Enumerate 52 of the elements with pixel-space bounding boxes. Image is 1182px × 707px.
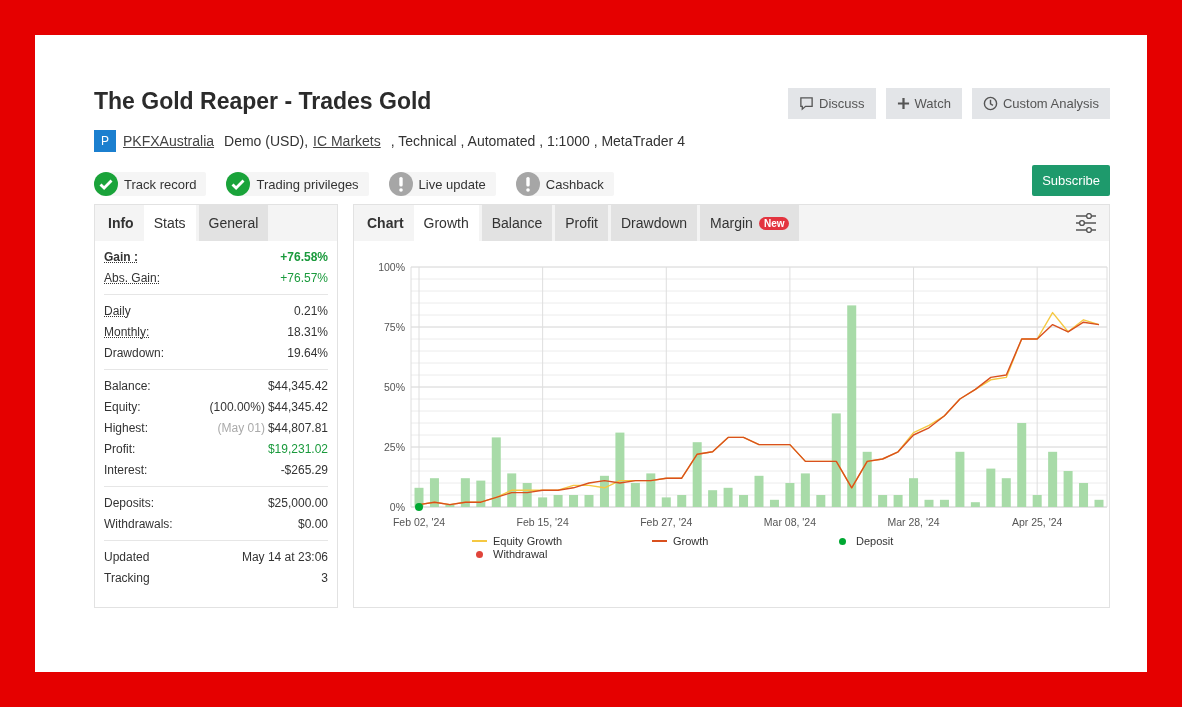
stat-note: (May 01) <box>217 420 265 435</box>
x-axis-label: Feb 02, '24 <box>392 516 446 528</box>
stat-label: Tracking <box>104 570 150 585</box>
stat-label: Gain : <box>104 249 138 264</box>
y-axis-label: 75% <box>384 321 405 333</box>
stat-label: Abs. Gain: <box>104 270 161 285</box>
panel-title: Chart <box>366 214 405 233</box>
status-badge: Trading privileges <box>226 172 369 196</box>
stat-value: 0.21% <box>293 303 328 318</box>
status-badge: Track record <box>94 172 207 196</box>
stat-value: -$265.29 <box>280 462 328 477</box>
stat-value: $25,000.00 <box>267 495 328 510</box>
stat-note: (100.00%) <box>209 399 265 414</box>
stat-label: Deposits: <box>104 495 155 510</box>
y-axis-label: 100% <box>378 261 405 273</box>
stat-label: Highest: <box>104 420 149 435</box>
stat-label: Updated <box>104 549 150 564</box>
stat-value: $19,231.02 <box>267 441 328 456</box>
stat-value: 18.31% <box>287 324 328 339</box>
x-axis-label: Mar 28, '24 <box>887 516 940 528</box>
stat-value: $44,807.81 <box>267 420 328 435</box>
stat-value: 19.64% <box>287 345 328 360</box>
x-axis-label: Feb 27, '24 <box>640 516 693 528</box>
stat-label: Drawdown: <box>104 345 165 360</box>
stat-value: $0.00 <box>297 516 328 531</box>
status-badge: Cashback <box>515 172 614 196</box>
stat-label: Monthly: <box>104 324 150 339</box>
x-axis-label: Feb 15, '24 <box>516 516 569 528</box>
stat-value: May 14 at 23:06 <box>241 549 328 564</box>
status-badge: Live update <box>388 172 496 196</box>
y-axis-label: 0% <box>389 501 405 513</box>
stat-label: Withdrawals: <box>104 516 173 531</box>
account-info: Demo (USD), <box>224 133 309 149</box>
stat-label: Daily <box>104 303 131 318</box>
stat-label: Interest: <box>104 462 148 477</box>
stat-value: +76.58% <box>280 249 328 264</box>
stat-label: Profit: <box>104 441 136 456</box>
stat-value: $44,345.42 <box>267 399 328 414</box>
stat-value: $44,345.42 <box>267 378 328 393</box>
y-axis-label: 50% <box>384 381 405 393</box>
strategy-title: The Gold Reaper - Trades Gold <box>94 87 433 116</box>
stat-label: Balance: <box>104 378 151 393</box>
panel-title: Info <box>107 214 135 233</box>
new-badge: New <box>758 216 790 230</box>
account-info: , Technical , Automated , 1:1000 , MetaTrader 4 <box>390 133 685 149</box>
x-axis-label: Mar 08, '24 <box>763 516 816 528</box>
x-axis-label: Apr 25, '24 <box>1011 516 1063 528</box>
stat-value: 3 <box>321 570 328 585</box>
stat-value: +76.57% <box>280 270 328 285</box>
y-axis-label: 25% <box>384 441 405 453</box>
avatar-icon: P <box>94 130 116 152</box>
stat-label: Equity: <box>104 399 141 414</box>
